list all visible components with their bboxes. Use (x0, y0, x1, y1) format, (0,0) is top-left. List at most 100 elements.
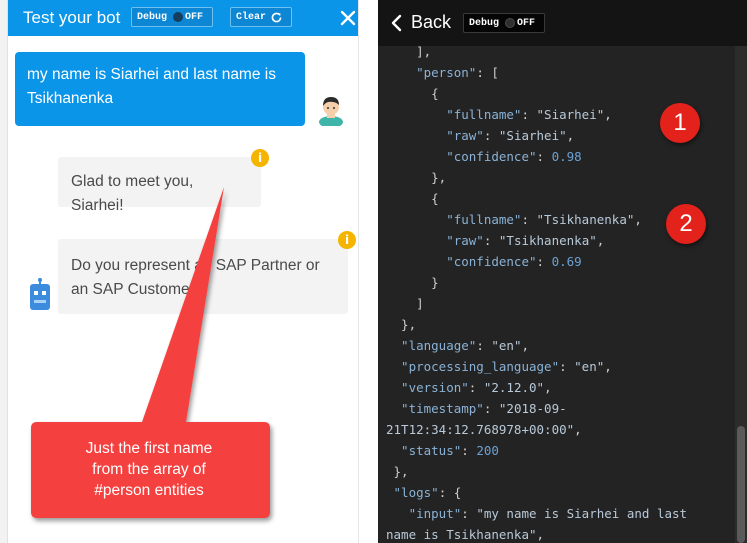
debug-label: Debug (137, 11, 168, 23)
user-message: my name is Siarhei and last name is Tsik… (15, 52, 305, 126)
json-token: "status" (386, 443, 462, 458)
json-token: "Siarhei" (536, 107, 605, 122)
json-token: : (476, 338, 492, 353)
json-token: }, (386, 170, 447, 185)
json-line: "processing_language": "en", (386, 357, 612, 377)
json-token: : (559, 359, 575, 374)
close-icon[interactable] (338, 8, 358, 28)
json-line: { (386, 189, 439, 209)
json-token: , (604, 107, 612, 122)
json-token: , (574, 422, 582, 437)
json-token: name is Tsikhanenka" (386, 527, 537, 542)
json-token: } (386, 275, 439, 290)
json-line: "raw": "Tsikhanenka", (386, 231, 604, 251)
json-line: "confidence": 0.69 (386, 252, 582, 272)
json-token: { (386, 86, 439, 101)
number-badge: 2 (666, 204, 706, 244)
json-token: 0.69 (551, 254, 582, 269)
json-token: , (536, 527, 545, 542)
callout-line: Just the first name (85, 440, 213, 457)
json-token: "timestamp" (386, 401, 484, 416)
bot-message: Glad to meet you, Siarhei! (58, 157, 261, 214)
json-line: "confidence": 0.98 (386, 147, 582, 167)
json-token: : [ (476, 65, 499, 80)
json-line: "person": [ (386, 63, 499, 83)
app-root: Test your bot Debug OFF Clear my name is… (0, 0, 747, 543)
json-line: "fullname": "Tsikhanenka", (386, 210, 642, 230)
json-token: : (483, 128, 499, 143)
panel-divider (358, 0, 378, 543)
info-icon[interactable]: i (338, 231, 356, 249)
json-token: "confidence" (386, 254, 537, 269)
user-avatar-icon (319, 97, 343, 126)
json-token: "en" (574, 359, 605, 374)
json-line: }, (386, 315, 416, 335)
chat-title: Test your bot (23, 8, 121, 27)
json-line: "timestamp": "2018-09- (386, 399, 567, 419)
json-line: }, (386, 462, 409, 482)
json-token: "language" (386, 338, 477, 353)
json-line: "input": "my name is Siarhei and last (386, 504, 687, 524)
clear-label: Clear (236, 11, 267, 23)
back-label: Back (411, 12, 452, 32)
json-token: , (634, 212, 642, 227)
json-token: , (566, 128, 575, 143)
scrollbar-thumb[interactable] (737, 426, 745, 543)
json-line: "language": "en", (386, 336, 529, 356)
clear-button[interactable]: Clear (230, 7, 292, 27)
json-token: { (386, 191, 439, 206)
toggle-knob (505, 18, 516, 28)
json-token: "processing_language" (386, 359, 560, 374)
json-token: : (536, 149, 552, 164)
json-token: : (521, 107, 537, 122)
json-token: ], (386, 46, 432, 59)
bot-message: Do you represent an SAP Partner or an SA… (58, 239, 348, 314)
debug-switch[interactable]: OFF (173, 12, 203, 23)
debug-header: Back Debug OFF (378, 0, 747, 46)
json-token: : (483, 233, 499, 248)
json-token: : (461, 506, 477, 521)
json-token: "fullname" (386, 212, 522, 227)
page-background-strip (0, 0, 8, 543)
debug-label: Debug (469, 17, 500, 29)
json-token: "my name is Siarhei and last (476, 506, 688, 521)
debug-toggle-button[interactable]: Debug OFF (463, 13, 545, 33)
json-token: ] (386, 296, 424, 311)
json-token: 200 (476, 443, 499, 458)
json-line: "status": 200 (386, 441, 499, 461)
json-token: : (536, 254, 552, 269)
bot-avatar-icon (30, 278, 50, 310)
refresh-icon (271, 12, 282, 22)
json-token: 21T12:34:12.768978+00:00" (386, 422, 575, 437)
json-token: : (461, 443, 477, 458)
json-token: "fullname" (386, 107, 522, 122)
json-line: 21T12:34:12.768978+00:00", (386, 420, 582, 440)
json-token: "person" (386, 65, 477, 80)
json-token: }, (386, 317, 417, 332)
json-token: "Tsikhanenka" (536, 212, 635, 227)
callout-line: #person entities (94, 482, 204, 499)
back-button[interactable]: Back (391, 12, 451, 33)
toggle-knob (173, 12, 184, 22)
json-token: : (468, 380, 484, 395)
json-token: "version" (386, 380, 469, 395)
chat-header: Test your bot Debug OFF Clear (8, 0, 358, 36)
json-line: "raw": "Siarhei", (386, 126, 574, 146)
json-token: "raw" (386, 128, 484, 143)
scrollbar[interactable] (735, 46, 747, 543)
json-line: } (386, 273, 439, 293)
json-token: , (596, 233, 605, 248)
json-line: "logs": { (386, 483, 462, 503)
debug-toggle-button[interactable]: Debug OFF (131, 7, 213, 27)
debug-switch[interactable]: OFF (505, 18, 535, 29)
json-line: name is Tsikhanenka", (386, 525, 544, 543)
json-token: : { (438, 485, 462, 500)
json-token: : (521, 212, 537, 227)
json-token: "Tsikhanenka" (498, 233, 597, 248)
json-token: , (521, 338, 530, 353)
json-token: , (544, 380, 552, 395)
info-icon[interactable]: i (251, 149, 269, 167)
json-token: "en" (491, 338, 522, 353)
json-token: 0.98 (551, 149, 582, 164)
json-line: ], (386, 46, 431, 62)
